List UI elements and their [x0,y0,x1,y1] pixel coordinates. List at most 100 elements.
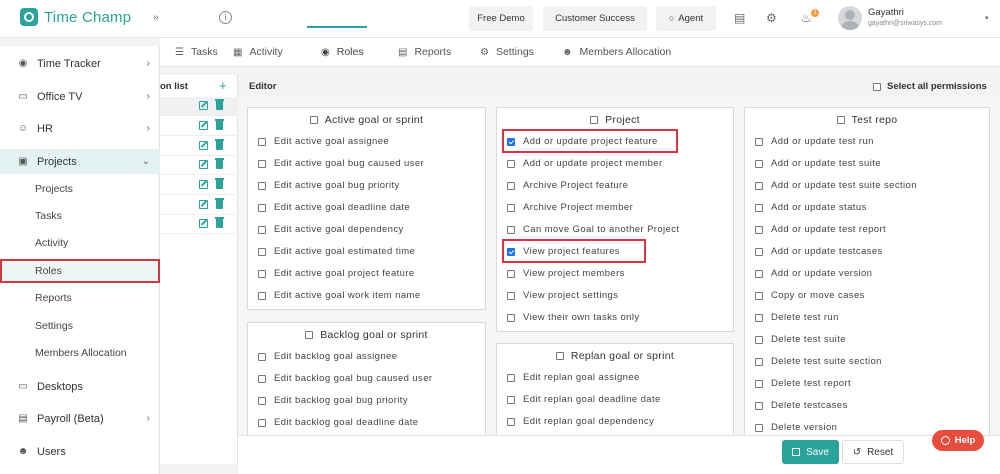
sidebar-item-users[interactable]: ☻ Users [0,439,160,464]
permission-item[interactable]: Delete test report [755,376,851,391]
permission-checkbox[interactable] [258,418,266,427]
permission-item[interactable]: Edit active goal estimated time [258,244,415,259]
agent-button[interactable]: ○ Agent [656,6,716,31]
sidebar-item-hr[interactable]: ☺ HR › [0,116,160,141]
permission-checkbox[interactable] [258,291,266,300]
save-button[interactable]: Save [782,440,839,464]
permission-item[interactable]: Add or update status [755,200,867,215]
delete-icon[interactable] [215,178,224,189]
sidebar-subitem-roles[interactable]: Roles [0,259,160,283]
delete-icon[interactable] [215,198,224,209]
permission-item[interactable]: Edit replan goal assignee [507,370,640,385]
sidebar-item-payroll[interactable]: ▤ Payroll (Beta) › [0,406,160,431]
avatar[interactable] [838,6,862,30]
permission-item[interactable]: Edit active goal project feature [258,266,415,281]
card-select-checkbox[interactable] [309,116,318,124]
card-title[interactable]: Backlog goal or sprint [248,329,485,341]
permission-item[interactable]: View their own tasks only [507,310,640,325]
delete-icon[interactable] [215,158,224,169]
card-title[interactable]: Replan goal or sprint [497,350,733,362]
permission-checkbox[interactable] [755,247,763,256]
add-role-icon[interactable]: + [219,78,227,93]
permission-item[interactable]: Add or update test report [755,222,886,237]
permission-checkbox[interactable] [258,225,266,234]
permission-item[interactable]: Edit active goal work item name [258,288,421,303]
role-row[interactable] [160,156,238,175]
permission-item[interactable]: Archive Project member [507,200,633,215]
role-row[interactable] [160,117,238,136]
delete-icon[interactable] [215,119,224,130]
permission-checkbox[interactable] [755,225,763,234]
info-icon[interactable]: i [219,11,232,24]
permission-checkbox[interactable] [755,357,763,366]
delete-icon[interactable] [215,139,224,150]
sidebar-subitem-reports[interactable]: Reports [0,286,160,310]
help-button[interactable]: Help [932,430,984,451]
permission-item[interactable]: Edit active goal assignee [258,134,389,149]
role-row[interactable] [160,196,238,215]
tab-tasks[interactable]: ☰ Tasks [175,46,218,58]
role-row[interactable] [160,137,238,156]
permission-checkbox[interactable] [755,335,763,344]
permission-item[interactable]: Edit active goal bug priority [258,178,400,193]
edit-icon[interactable] [199,200,208,209]
permission-item[interactable]: Add or update test suite [755,156,881,171]
permission-item[interactable]: Add or update test suite section [755,178,917,193]
delete-icon[interactable] [215,99,224,110]
card-select-checkbox[interactable] [590,116,599,124]
permission-checkbox[interactable] [755,203,763,212]
permission-item[interactable]: View project members [507,266,625,281]
permission-checkbox[interactable] [507,269,515,278]
sidebar-subitem-settings[interactable]: Settings [0,314,160,338]
permission-checkbox[interactable] [507,417,515,426]
permission-checkbox[interactable] [507,291,515,300]
card-select-checkbox[interactable] [305,331,314,339]
permission-checkbox[interactable] [507,181,515,190]
edit-icon[interactable] [199,180,208,189]
sidebar-subitem-activity[interactable]: Activity [0,231,160,255]
permission-item[interactable]: Add or update version [755,266,872,281]
card-select-checkbox[interactable] [555,352,564,360]
permission-checkbox[interactable] [258,181,266,190]
permission-checkbox[interactable] [507,159,515,168]
edit-icon[interactable] [199,160,208,169]
permission-item[interactable]: Can move Goal to another Project [507,222,679,237]
collapse-sidebar-icon[interactable]: » [153,12,159,23]
permission-item[interactable]: Delete version [755,420,837,435]
permission-checkbox[interactable] [755,159,763,168]
permission-checkbox[interactable] [755,423,763,432]
edit-icon[interactable] [199,141,208,150]
sidebar-item-office-tv[interactable]: ▭ Office TV › [0,84,160,109]
permission-item[interactable]: Add or update project member [507,156,663,171]
permission-item[interactable]: Edit backlog goal deadline date [258,415,418,430]
sidebar-item-time-tracker[interactable]: ◉ Time Tracker › [0,51,160,76]
permission-item[interactable]: Edit backlog goal bug caused user [258,371,432,386]
tab-reports[interactable]: ▤ Reports [398,46,451,58]
card-title[interactable]: Project [497,114,733,126]
sidebar-subitem-projects[interactable]: Projects [0,177,160,201]
permission-item[interactable]: Edit replan goal deadline date [507,392,661,407]
permission-checkbox[interactable] [258,137,266,146]
permission-checkbox[interactable] [755,291,763,300]
delete-icon[interactable] [215,217,224,228]
tab-members-allocation[interactable]: ☻ Members Allocation [562,46,671,58]
permission-item[interactable]: Delete test run [755,310,839,325]
edit-icon[interactable] [199,121,208,130]
permission-item[interactable]: Archive Project feature [507,178,628,193]
edit-icon[interactable] [199,101,208,110]
free-demo-button[interactable]: Free Demo [469,6,533,31]
role-row[interactable] [160,176,238,195]
permission-item[interactable]: Delete testcases [755,398,848,413]
permission-checkbox[interactable] [258,396,266,405]
user-menu-chevron-icon[interactable]: ▾ [985,14,989,22]
sidebar-subitem-members-allocation[interactable]: Members Allocation [0,341,160,365]
permission-checkbox[interactable] [755,137,763,146]
permission-item[interactable]: Add or update testcases [755,244,883,259]
permission-checkbox[interactable] [507,203,515,212]
sidebar-item-projects[interactable]: ▣ Projects ⌄ [0,149,160,174]
permission-item[interactable]: Copy or move cases [755,288,865,303]
permission-checkbox[interactable] [507,313,515,322]
permission-checkbox[interactable] [755,181,763,190]
permission-item[interactable]: Edit backlog goal assignee [258,349,397,364]
sidebar-item-desktops[interactable]: ▭ Desktops [0,374,160,399]
